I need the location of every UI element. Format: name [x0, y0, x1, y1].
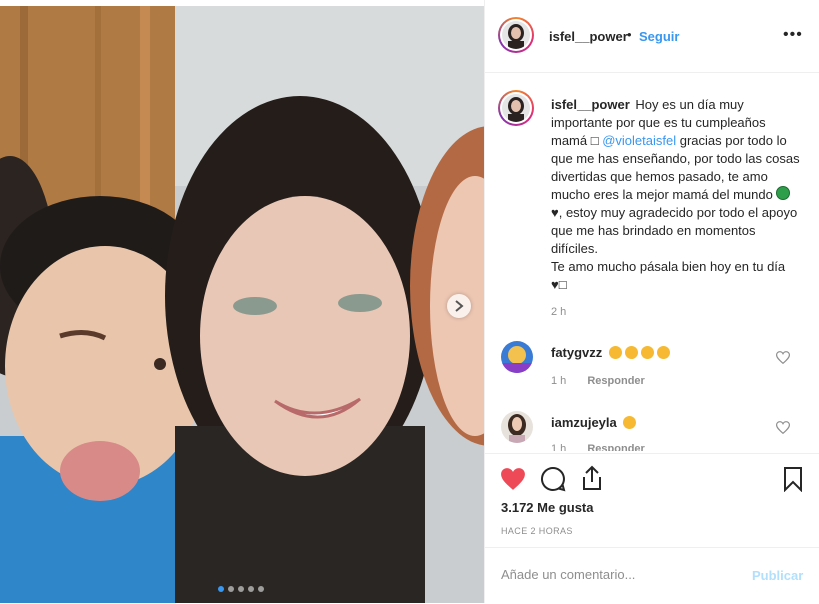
- box-glyph: □: [558, 277, 567, 292]
- comment-time: 1 h: [551, 443, 567, 451]
- avatar-photo: [502, 21, 530, 49]
- add-comment-bar: Publicar: [485, 547, 819, 604]
- kiss-emoji-icon: [608, 346, 622, 359]
- more-options-icon[interactable]: •••: [783, 27, 803, 43]
- post-header: isfel__power • Seguir •••: [485, 0, 819, 73]
- share-icon[interactable]: [581, 465, 603, 491]
- comment-icon[interactable]: [540, 466, 566, 492]
- carousel-dot: [258, 586, 264, 592]
- comment-username[interactable]: fatygvzz: [551, 345, 602, 360]
- author-username[interactable]: isfel__power: [549, 29, 628, 44]
- caption-part: Te amo mucho pásala bien hoy en tu día ♥: [551, 259, 786, 292]
- separator-dot: •: [627, 27, 632, 42]
- caption-author-avatar[interactable]: [498, 90, 534, 126]
- caption-text: isfel__power Hoy es un día muy important…: [551, 96, 801, 294]
- caption-part: ♥, estoy muy agradecido por todo el apoy…: [551, 205, 798, 256]
- author-avatar[interactable]: [498, 17, 534, 53]
- comment-time: 1 h: [551, 375, 567, 387]
- carousel-dot: [218, 586, 224, 592]
- reply-button[interactable]: Responder: [587, 375, 644, 387]
- post-photo[interactable]: [0, 6, 484, 603]
- comment-meta: 1 h Responder: [551, 443, 645, 451]
- carousel-dot: [248, 586, 254, 592]
- caption-time: 2 h: [551, 306, 567, 318]
- mention-link[interactable]: @violetaisfel: [602, 133, 676, 148]
- carousel-dot: [228, 586, 234, 592]
- follow-button[interactable]: Seguir: [639, 29, 679, 44]
- like-count[interactable]: 3.172 Me gusta: [501, 500, 594, 515]
- kiss-emoji-icon: [640, 346, 654, 359]
- box-glyph: □: [590, 133, 599, 148]
- comment-like-icon[interactable]: [776, 421, 790, 434]
- avatar-photo: [501, 411, 533, 443]
- avatar-photo: [502, 94, 530, 122]
- like-heart-icon[interactable]: [500, 467, 526, 491]
- post-actions: 3.172 Me gusta HACE 2 HORAS: [485, 453, 819, 536]
- carousel-next-button[interactable]: [447, 294, 471, 318]
- post-timestamp: HACE 2 HORAS: [501, 526, 573, 536]
- kiss-emoji-icon: [624, 346, 638, 359]
- comment-text: iamzujeyla: [551, 415, 637, 430]
- post-sidebar: isfel__power • Seguir ••• isfel__power H…: [484, 0, 819, 603]
- commenter-avatar[interactable]: [501, 341, 533, 373]
- chevron-right-icon: [455, 300, 464, 312]
- globe-emoji-icon: [776, 186, 791, 200]
- comment-input[interactable]: [499, 566, 743, 583]
- reply-button[interactable]: Responder: [587, 443, 644, 451]
- comment-username[interactable]: iamzujeyla: [551, 415, 617, 430]
- comment-meta: 1 h Responder: [551, 375, 645, 387]
- caption-username[interactable]: isfel__power: [551, 97, 630, 112]
- avatar-photo: [501, 341, 533, 373]
- comment-like-icon[interactable]: [776, 351, 790, 364]
- kiss-emoji-icon: [623, 416, 637, 429]
- comment-text: fatygvzz: [551, 345, 670, 360]
- carousel-indicator: [218, 586, 264, 592]
- photo-illustration: [0, 6, 484, 603]
- comment-item: fatygvzz 1 h Responder: [485, 341, 819, 401]
- comment-item: iamzujeyla 1 h Responder: [485, 411, 819, 471]
- bookmark-icon[interactable]: [783, 466, 803, 492]
- carousel-dot: [238, 586, 244, 592]
- publish-button[interactable]: Publicar: [752, 568, 803, 583]
- instagram-post: isfel__power • Seguir ••• isfel__power H…: [0, 0, 819, 603]
- kiss-emoji-icon: [656, 346, 670, 359]
- commenter-avatar[interactable]: [501, 411, 533, 443]
